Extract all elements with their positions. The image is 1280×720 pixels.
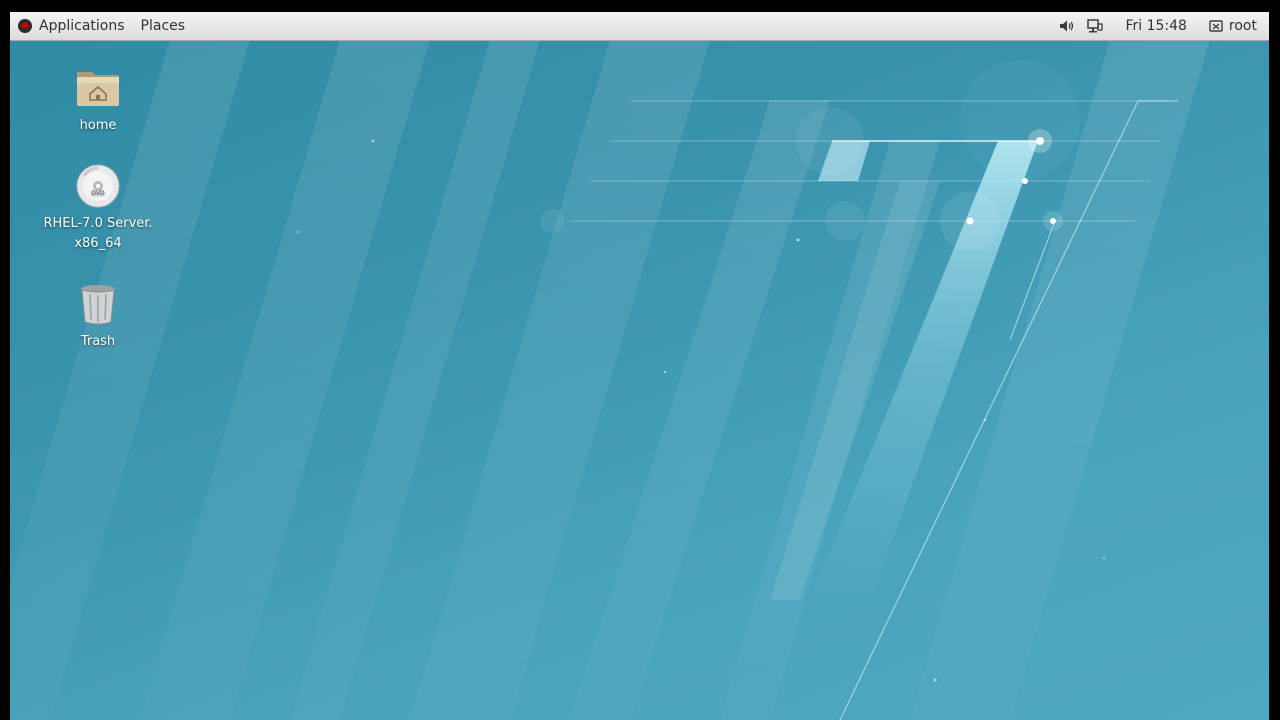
user-menu[interactable]: root bbox=[1201, 12, 1269, 40]
desktop-icon-home[interactable]: home bbox=[38, 64, 158, 136]
places-label: Places bbox=[140, 18, 186, 34]
volume-icon bbox=[1060, 20, 1074, 32]
svg-text:DVD: DVD bbox=[91, 190, 105, 197]
network-icon bbox=[1087, 19, 1104, 33]
applications-menu[interactable]: Applications bbox=[10, 12, 133, 40]
applications-label: Applications bbox=[39, 18, 125, 34]
desktop-icon-dvd[interactable]: DVD RHEL-7.0 Server. x86_64 bbox=[38, 162, 158, 254]
user-name: root bbox=[1228, 18, 1257, 34]
top-panel: Applications Places Fri 15:48 root bbox=[10, 12, 1269, 41]
desktop-icon-label: Trash bbox=[80, 334, 116, 349]
power-icon bbox=[1209, 20, 1223, 32]
desktop-icon-trash[interactable]: Trash bbox=[38, 280, 158, 352]
desktop-icon-label: RHEL-7.0 Server. x86_64 bbox=[43, 216, 153, 251]
home-folder-icon bbox=[77, 72, 119, 106]
wallpaper bbox=[10, 40, 1210, 720]
redhat-icon bbox=[18, 19, 32, 33]
desktop-icon-label: home bbox=[79, 118, 117, 133]
desktop-screen: Applications Places Fri 15:48 root home … bbox=[10, 12, 1269, 720]
trash-icon bbox=[81, 285, 115, 325]
system-status-area[interactable] bbox=[1051, 12, 1111, 40]
dvd-icon: DVD bbox=[76, 164, 120, 208]
places-menu[interactable]: Places bbox=[133, 12, 194, 40]
clock[interactable]: Fri 15:48 bbox=[1111, 18, 1200, 34]
